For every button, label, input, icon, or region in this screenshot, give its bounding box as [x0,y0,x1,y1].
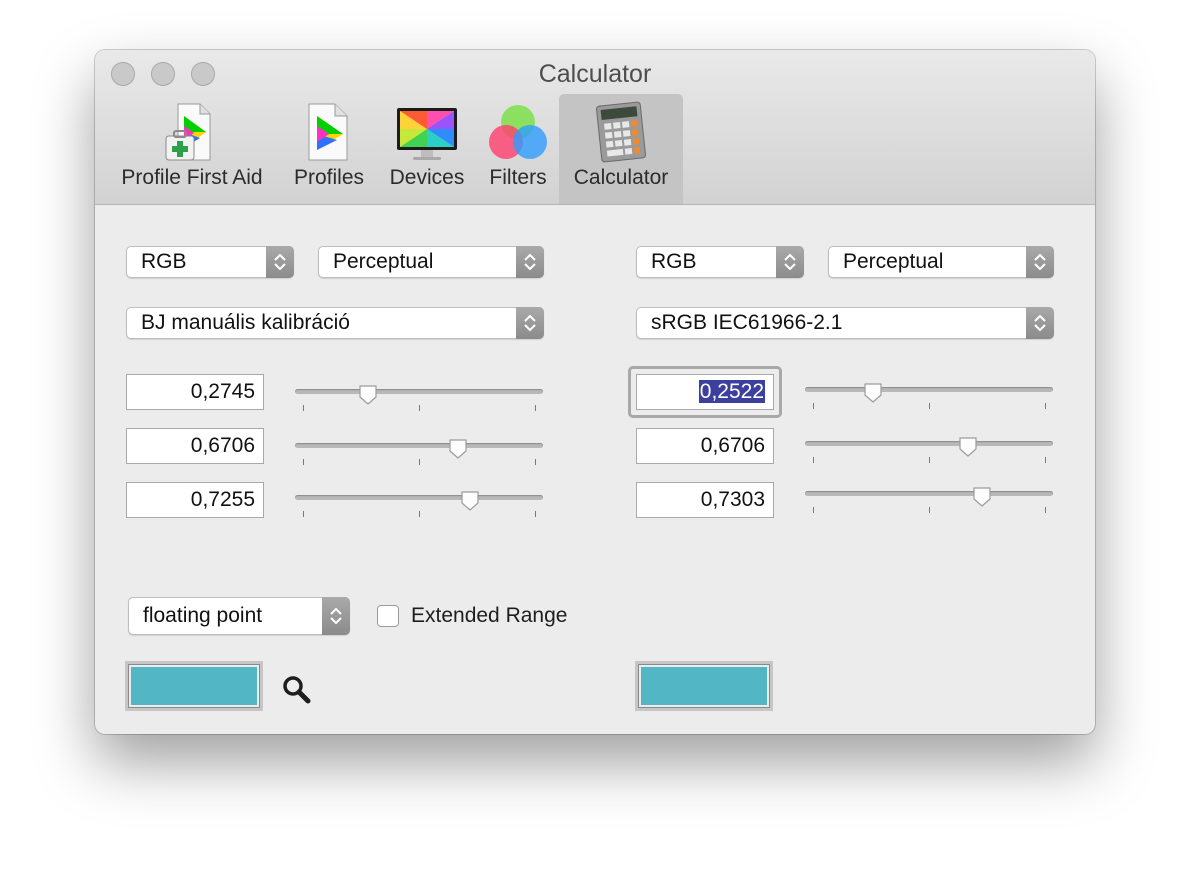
swatch-fill [641,667,767,705]
left-channel-2-slider[interactable] [295,439,543,469]
popup-value: floating point [143,604,263,627]
slider-track [805,441,1053,446]
calculator-window: Calculator Profile First Aid Profiles De… [95,50,1095,734]
tab-label: Calculator [573,166,669,189]
left-channel-1-slider[interactable] [295,385,543,415]
tab-label: Filters [489,166,547,189]
number-format-popup[interactable]: floating point [128,597,350,635]
slider-tick [535,511,536,517]
slider-tick [1045,507,1046,513]
magnifier-icon[interactable] [281,674,313,706]
left-channel-2-field[interactable]: 0,6706 [126,428,264,464]
slider-knob[interactable] [358,384,378,406]
tab-devices[interactable]: Devices [383,94,471,204]
popup-value: sRGB IEC61966-2.1 [651,311,843,334]
slider-track [805,387,1053,392]
chevron-updown-icon [776,246,804,278]
slider-knob[interactable] [448,438,468,460]
left-channel-3-slider[interactable] [295,491,543,521]
slider-knob[interactable] [863,382,883,404]
tab-calculator[interactable]: Calculator [559,94,683,204]
popup-value: Perceptual [843,250,944,273]
calculator-icon [595,101,647,163]
slider-tick [813,403,814,409]
chevron-updown-icon [266,246,294,278]
slider-tick [535,459,536,465]
left-profile-popup[interactable]: BJ manuális kalibráció [126,307,544,339]
toolbar: Calculator Profile First Aid Profiles De… [95,50,1095,205]
right-channel-1-slider[interactable] [805,383,1053,413]
chevron-updown-icon [1026,307,1054,339]
window-title: Calculator [538,60,652,88]
right-channel-2-slider[interactable] [805,437,1053,467]
slider-tick [1045,457,1046,463]
right-channel-3-field[interactable]: 0,7303 [636,482,774,518]
slider-tick [813,457,814,463]
slider-tick [929,457,930,463]
tab-profiles[interactable]: Profiles [285,94,373,204]
profile-first-aid-icon [165,103,211,161]
slider-tick [419,405,420,411]
chevron-updown-icon [1026,246,1054,278]
popup-value: Perceptual [333,250,434,273]
chevron-updown-icon [516,246,544,278]
slider-tick [303,405,304,411]
tab-label: Devices [389,166,465,189]
chevron-updown-icon [322,597,350,635]
slider-track [295,389,543,394]
swatch-fill [131,667,257,705]
slider-track [805,491,1053,496]
right-profile-popup[interactable]: sRGB IEC61966-2.1 [636,307,1054,339]
profiles-icon [308,103,348,161]
right-channel-1-field[interactable]: 0,2522 [636,374,774,410]
left-color-space-popup[interactable]: RGB [126,246,294,278]
slider-knob[interactable] [958,436,978,458]
slider-knob[interactable] [460,490,480,512]
slider-tick [535,405,536,411]
slider-tick [929,403,930,409]
selected-text: 0,2522 [698,380,765,403]
slider-tick [419,511,420,517]
tab-label: Profiles [293,166,365,189]
right-channel-3-slider[interactable] [805,487,1053,517]
right-color-swatch[interactable] [635,661,773,711]
slider-knob[interactable] [972,486,992,508]
left-color-swatch[interactable] [125,661,263,711]
extended-range-checkbox[interactable] [377,605,399,627]
popup-value: RGB [651,250,697,273]
slider-tick [813,507,814,513]
tab-profile-first-aid[interactable]: Profile First Aid [109,94,275,204]
popup-value: BJ manuális kalibráció [141,311,350,334]
slider-tick [303,511,304,517]
slider-tick [419,459,420,465]
left-channel-1-field[interactable]: 0,2745 [126,374,264,410]
filters-icon [489,105,547,159]
right-intent-popup[interactable]: Perceptual [828,246,1054,278]
slider-track [295,495,543,500]
slider-track [295,443,543,448]
right-color-space-popup[interactable]: RGB [636,246,804,278]
tab-label: Profile First Aid [121,166,263,189]
devices-icon [397,108,457,160]
tab-filters[interactable]: Filters [481,94,555,204]
slider-tick [929,507,930,513]
slider-tick [1045,403,1046,409]
chevron-updown-icon [516,307,544,339]
left-intent-popup[interactable]: Perceptual [318,246,544,278]
right-channel-2-field[interactable]: 0,6706 [636,428,774,464]
left-channel-3-field[interactable]: 0,7255 [126,482,264,518]
slider-tick [303,459,304,465]
extended-range-label[interactable]: Extended Range [411,604,567,628]
popup-value: RGB [141,250,187,273]
